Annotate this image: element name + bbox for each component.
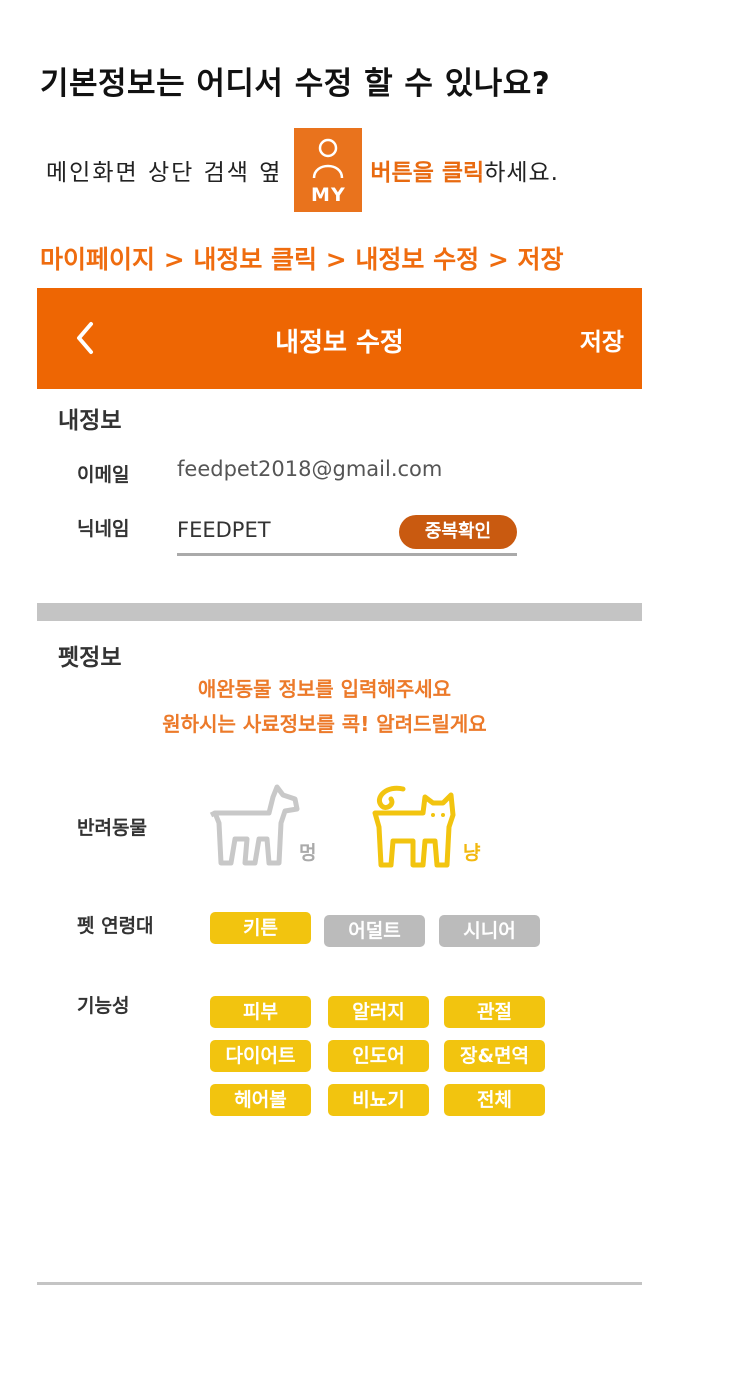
email-field: feedpet2018@gmail.com <box>177 457 443 481</box>
function-label: 기능성 <box>77 995 130 1017</box>
instruction-after: 하세요. <box>484 160 559 186</box>
dog-option[interactable]: 멍 <box>207 783 327 868</box>
cat-option[interactable]: 냥 <box>367 783 497 873</box>
app-bar: 내정보 수정 저장 <box>37 288 642 389</box>
email-label: 이메일 <box>77 464 130 486</box>
steps-path: 마이페이지 > 내정보 클릭 > 내정보 수정 > 저장 <box>40 245 564 274</box>
age-label: 펫 연령대 <box>77 915 154 937</box>
person-icon <box>313 138 344 179</box>
function-chip-urinary[interactable]: 비뇨기 <box>328 1084 429 1116</box>
cat-caption: 냥 <box>463 842 481 864</box>
save-button[interactable]: 저장 <box>580 322 624 357</box>
nickname-label: 닉네임 <box>77 518 130 540</box>
promo-line-2: 원하시는 사료정보를 콕! 알려드릴게요 <box>162 712 487 736</box>
function-chip-hairball[interactable]: 헤어볼 <box>210 1084 311 1116</box>
pet-type-label: 반려동물 <box>77 817 147 839</box>
dog-icon <box>209 784 300 866</box>
age-chip-kitten[interactable]: 키튼 <box>210 912 311 944</box>
function-chip-all[interactable]: 전체 <box>444 1084 545 1116</box>
page-title: 내정보 수정 <box>275 328 404 358</box>
edit-profile-screen: 내정보 수정 저장 내정보 이메일 feedpet2018@gmail.com … <box>37 288 642 1288</box>
function-chip-diet[interactable]: 다이어트 <box>210 1040 311 1072</box>
instruction-before: 메인화면 상단 검색 옆 <box>46 160 283 186</box>
instruction-highlight: 버튼을 클릭 <box>370 160 485 186</box>
my-label: MY <box>311 184 346 206</box>
nickname-underline <box>177 553 517 556</box>
bottom-divider <box>37 1282 642 1285</box>
duplicate-check-button[interactable]: 중복확인 <box>399 515 517 549</box>
promo-line-1: 애완동물 정보를 입력해주세요 <box>197 677 452 701</box>
my-button-illustration: MY <box>294 128 363 212</box>
function-chip-joint[interactable]: 관절 <box>444 996 545 1028</box>
function-chip-indoor[interactable]: 인도어 <box>328 1040 429 1072</box>
function-chip-allergy[interactable]: 알러지 <box>328 996 429 1028</box>
cat-icon <box>372 785 456 868</box>
instruction-line: 메인화면 상단 검색 옆 MY 버튼을 클릭 하세요. <box>46 128 559 212</box>
age-chip-adult[interactable]: 어덜트 <box>324 915 425 947</box>
pet-info-title: 펫정보 <box>58 645 122 671</box>
function-chip-gut-immune[interactable]: 장&면역 <box>444 1040 545 1072</box>
my-info-title: 내정보 <box>58 408 122 434</box>
nickname-input[interactable]: FEEDPET <box>177 518 271 542</box>
section-divider <box>37 603 642 621</box>
dog-caption: 멍 <box>299 842 317 864</box>
age-chip-senior[interactable]: 시니어 <box>439 915 540 947</box>
function-chip-skin[interactable]: 피부 <box>210 996 311 1028</box>
faq-headline: 기본정보는 어디서 수정 할 수 있나요? <box>40 66 551 102</box>
